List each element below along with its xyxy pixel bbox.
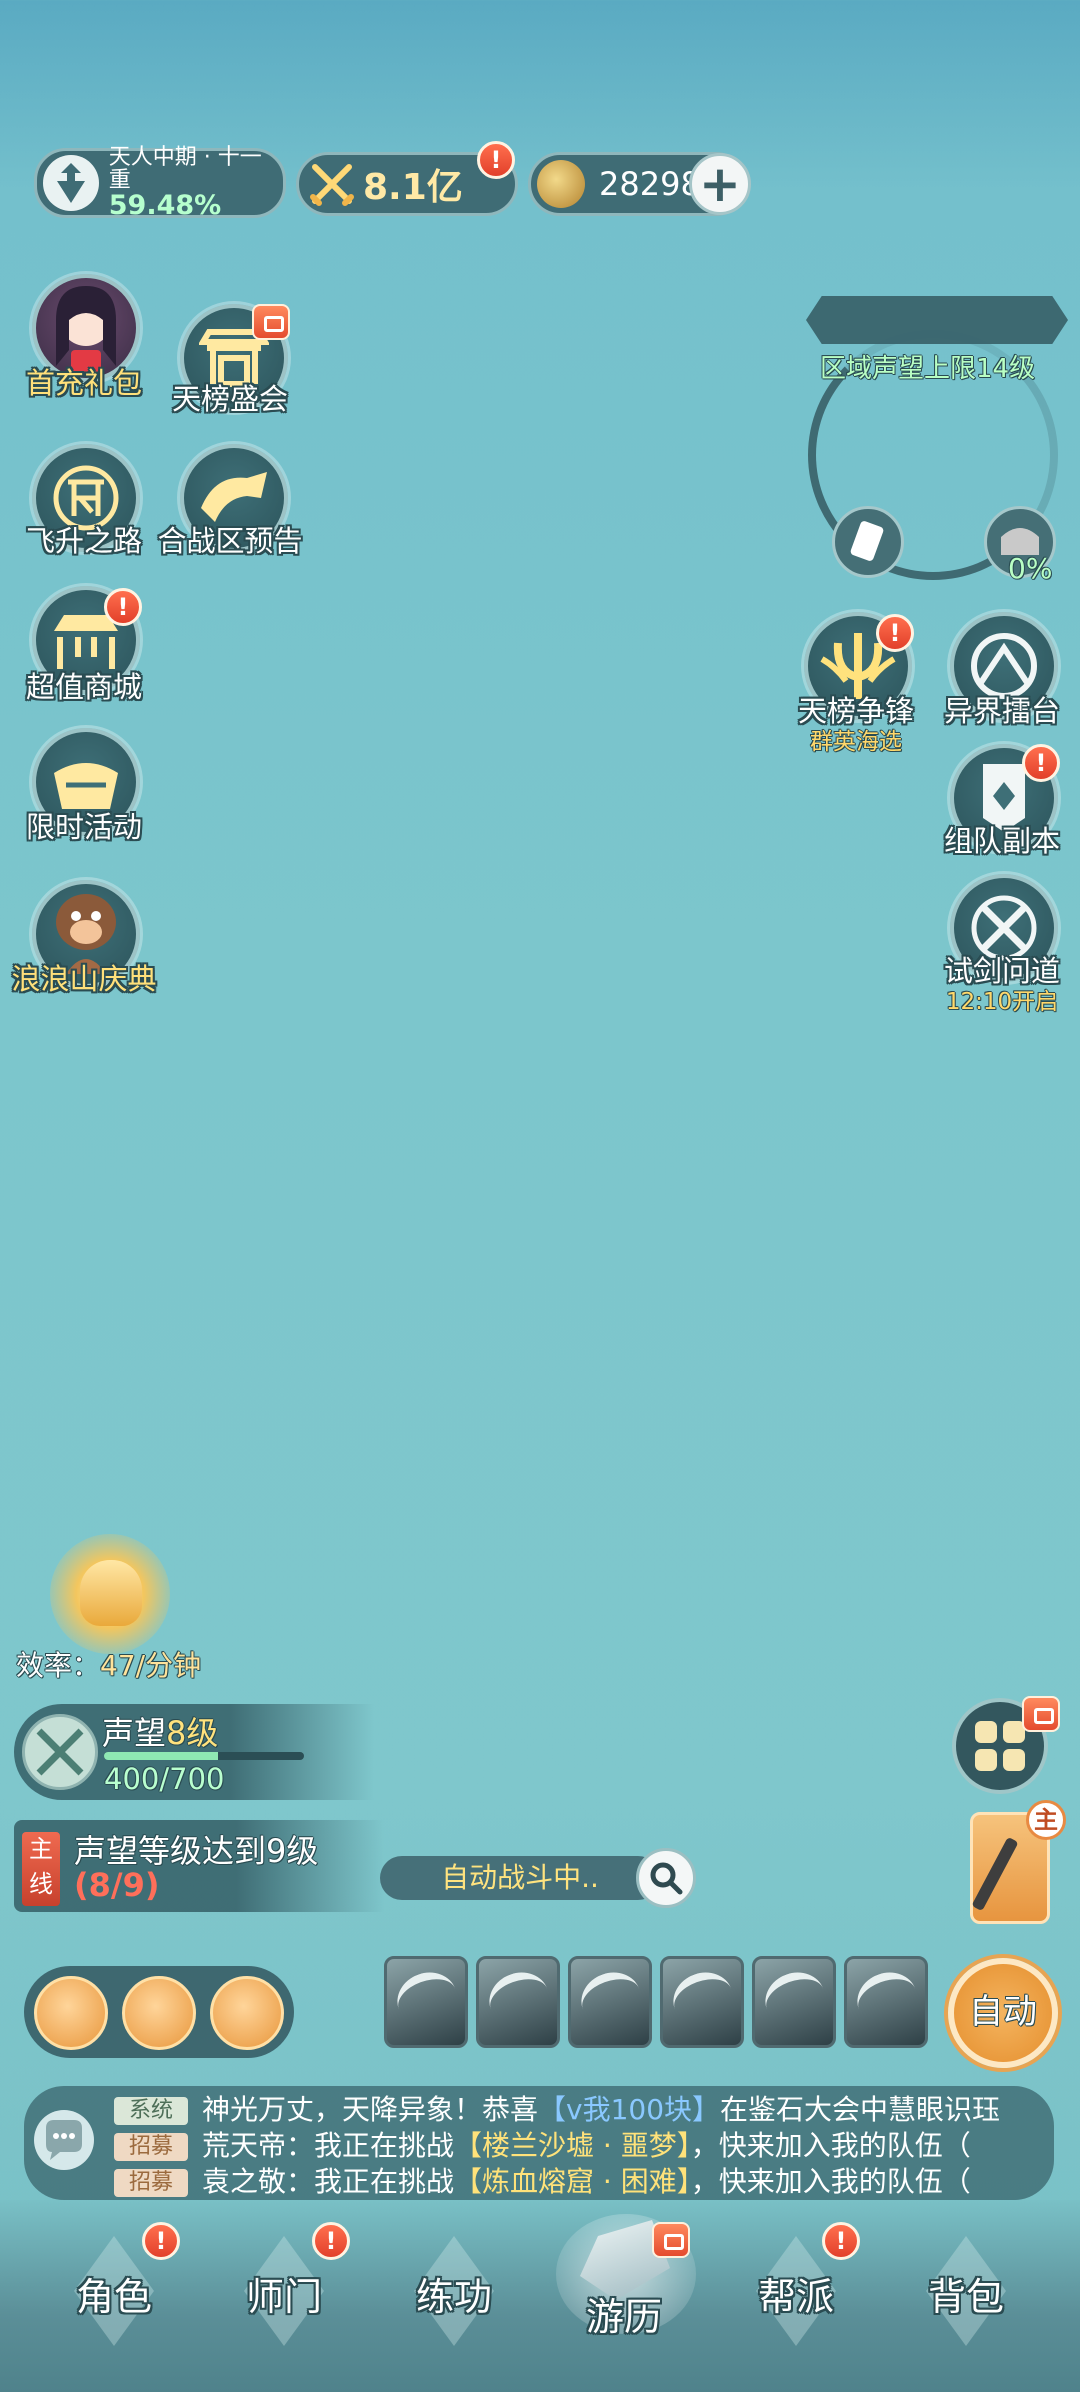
region-card-button[interactable] — [832, 506, 904, 578]
value-shop-label: 超值商城 — [25, 670, 142, 704]
region-percent: 0% — [1008, 552, 1053, 585]
alert-icon: ! — [312, 2222, 350, 2260]
grid-menu-icon — [975, 1721, 1025, 1771]
money-bag-icon[interactable] — [80, 1560, 142, 1626]
chat-text: 在鉴石大会中慧眼识珏 — [720, 2093, 1001, 2126]
skill-slot-6[interactable] — [844, 1956, 928, 2048]
sword-trial-sublabel: 12:10开启 — [945, 989, 1059, 1015]
chat-message: 招募 荒天帝：我正在挑战【楼兰沙墟 · 噩梦】，快来加入我的队伍（ — [114, 2124, 1034, 2164]
alert-icon: ! — [477, 141, 515, 179]
chat-channel-tag: 招募 — [114, 2133, 188, 2161]
nav-label: 帮派 — [757, 2275, 834, 2319]
chat-message: 招募 袁之敬：我正在挑战【炼血熔窟 · 困难】，快来加入我的队伍（ — [114, 2160, 1034, 2200]
skill-slot-1[interactable] — [384, 1956, 468, 2048]
merged-server-notice-label: 合战区预告 — [157, 524, 303, 558]
alert-icon: ! — [142, 2222, 180, 2260]
chat-bubble-icon[interactable] — [34, 2110, 94, 2170]
skill-slot-4[interactable] — [660, 1956, 744, 2048]
currency-amount: 28298 — [599, 165, 701, 203]
search-button[interactable] — [636, 1848, 696, 1908]
chat-text: ，快来加入我的队伍（ — [690, 2165, 971, 2198]
prestige-emblem-icon — [22, 1714, 98, 1790]
main-quest-progress: (8/9) — [74, 1866, 160, 1904]
gift-badge-icon — [1022, 1696, 1060, 1732]
chat-dungeon-link[interactable]: 【炼血熔窟 · 困难】 — [454, 2165, 691, 2198]
chat-player-link[interactable]: 【v我100块】 — [538, 2093, 720, 2126]
chat-text: 神光万丈，天降异象！恭喜 — [202, 2093, 539, 2126]
meditating-monk-icon[interactable] — [122, 1976, 196, 2050]
chat-text: 袁之敬：我正在挑战 — [202, 2165, 455, 2198]
region-prestige-cap: 区域声望上限14级 — [820, 354, 1036, 384]
realm-status[interactable]: 天人中期 · 十一重 59.48% — [34, 144, 286, 221]
chat-text: 荒天帝：我正在挑战 — [202, 2129, 455, 2162]
gift-badge-icon — [652, 2222, 690, 2258]
currency-display: 28298 + — [528, 152, 751, 216]
skill-slot-2[interactable] — [476, 1956, 560, 2048]
nav-label: 练功 — [415, 2275, 492, 2319]
nav-label: 背包 — [927, 2275, 1004, 2319]
prestige-progress-fill — [104, 1752, 219, 1760]
main-badge: 主 — [1026, 1800, 1066, 1840]
chat-channel-tag: 招募 — [114, 2169, 188, 2197]
tianbang-festival-label: 天榜盛会 — [171, 382, 288, 416]
meditating-monk-icon[interactable] — [34, 1976, 108, 2050]
alert-icon: ! — [876, 614, 914, 652]
prestige-level: 8级 — [166, 1714, 219, 1752]
prestige-progress-text: 400/700 — [104, 1762, 225, 1796]
add-currency-button[interactable]: + — [689, 153, 751, 215]
chat-channel-tag: 系统 — [114, 2097, 188, 2125]
team-dungeon-label: 组队副本 — [943, 824, 1060, 858]
combat-power-value: 8.1亿 — [363, 167, 463, 208]
alert-icon: ! — [822, 2222, 860, 2260]
chat-text: ，快来加入我的队伍（ — [690, 2129, 971, 2162]
nav-tab-bag[interactable]: 背包 — [886, 2236, 1046, 2346]
auto-battle-status: 自动战斗中.. — [380, 1856, 660, 1900]
crossed-swords-icon — [310, 164, 354, 206]
combat-power[interactable]: 8.1亿 ! — [296, 141, 518, 216]
chat-message: 系统 神光万丈，天降异象！恭喜【v我100块】在鉴石大会中慧眼识珏 — [114, 2088, 1034, 2128]
prestige-name: 声望 — [102, 1714, 167, 1752]
realm-name: 天人中期 · 十一重 — [108, 144, 262, 193]
langlang-celebration-label: 浪浪山庆典 — [11, 962, 157, 996]
efficiency-value: 47/分钟 — [100, 1649, 202, 1682]
limited-event-label: 限时活动 — [25, 810, 142, 844]
skill-slot-3[interactable] — [568, 1956, 652, 2048]
skill-slot-5[interactable] — [752, 1956, 836, 2048]
nav-tab-travel[interactable]: 游历 — [544, 2264, 704, 2374]
nav-tab-training[interactable]: 练功 — [374, 2236, 534, 2346]
chat-dungeon-link[interactable]: 【楼兰沙墟 · 噩梦】 — [454, 2129, 691, 2162]
auto-skill-button[interactable]: 自动 — [948, 1958, 1058, 2068]
efficiency-label: 效率：47/分钟 — [16, 1644, 201, 1684]
nav-label: 角色 — [75, 2275, 152, 2319]
meditating-monk-icon[interactable] — [210, 1976, 284, 2050]
nav-label: 游历 — [585, 2295, 662, 2339]
search-icon — [650, 1862, 683, 1895]
nav-label: 师门 — [245, 2275, 322, 2319]
realm-progress: 59.48% — [108, 189, 222, 221]
alert-icon: ! — [1022, 744, 1060, 782]
alert-icon: ! — [104, 588, 142, 626]
otherworld-arena-label: 异界擂台 — [943, 694, 1060, 728]
realm-emblem-icon — [43, 155, 99, 211]
main-quest-tag: 主线 — [22, 1832, 60, 1906]
prestige-progress-bar — [104, 1752, 304, 1760]
jade-coin-icon — [537, 160, 585, 208]
prestige-title: 声望8级 — [102, 1708, 218, 1754]
gift-badge-icon — [252, 304, 290, 340]
efficiency-prefix: 效率： — [16, 1649, 101, 1682]
scroll-card-icon — [850, 521, 884, 561]
